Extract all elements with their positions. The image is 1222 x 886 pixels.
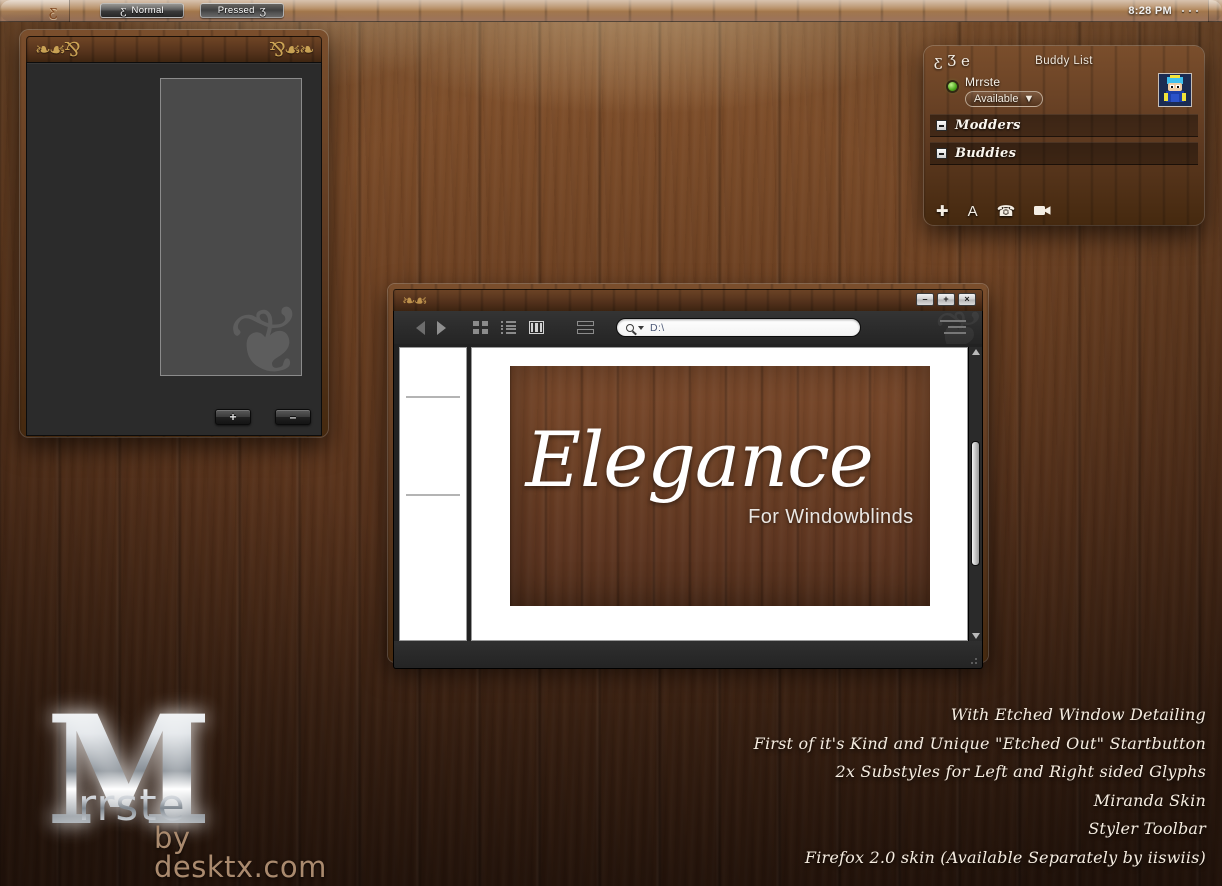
- scroll-down-arrow-icon[interactable]: [971, 633, 980, 639]
- feature-item: With Etched Window Detailing: [950, 705, 1206, 724]
- preview-dialog-body: ❦ + –: [26, 62, 322, 436]
- chevron-down-icon[interactable]: [638, 325, 644, 330]
- explorer-toolbar: ❦ D:\: [393, 311, 983, 344]
- icon-view-icon[interactable]: [473, 321, 488, 334]
- collapse-toggle-icon[interactable]: [936, 148, 947, 159]
- font-options-icon[interactable]: A: [968, 204, 978, 219]
- taskbar-button-normal[interactable]: ʒ Normal: [100, 3, 184, 18]
- explorer-status-bar: [393, 641, 983, 669]
- resize-grip[interactable]: [970, 657, 977, 664]
- video-call-icon[interactable]: [1034, 204, 1051, 219]
- preview-dialog-titlebar[interactable]: ❧☙⅋ ⅋☙❧: [26, 36, 322, 62]
- taskbar-button-pressed[interactable]: Pressed ʒ: [200, 3, 284, 18]
- search-value: D:\: [650, 321, 665, 334]
- group-name: Modders: [955, 118, 1021, 133]
- scrollbar-track[interactable]: [969, 355, 982, 633]
- back-arrow-icon[interactable]: [416, 320, 425, 335]
- buddy-list-window[interactable]: ʒ Ʒ ɘ Buddy List Mrrste Available ▼ Modd…: [924, 46, 1204, 225]
- start-button[interactable]: ʒ: [0, 0, 70, 22]
- taskbar-button-pressed-label: Pressed: [217, 5, 255, 16]
- sidebar-separator: [406, 494, 460, 496]
- explorer-content: Elegance For Windowblinds: [393, 344, 983, 641]
- cartman-avatar-icon: [1159, 74, 1191, 106]
- preview-dialog-buttons: + –: [215, 409, 311, 425]
- explorer-titlebar[interactable]: ❧☙ – + ×: [393, 289, 983, 311]
- avatar[interactable]: [1158, 73, 1192, 107]
- logo-credit: by desktx.com: [154, 821, 327, 884]
- file-explorer-window[interactable]: ❧☙ – + × ❦ D:\: [388, 284, 988, 669]
- clock[interactable]: 8:28 PM: [1128, 5, 1172, 17]
- elegance-subtitle: For Windowblinds: [748, 506, 914, 528]
- feature-item: Miranda Skin: [1093, 790, 1206, 810]
- minimize-button[interactable]: –: [916, 293, 934, 306]
- group-row-modders[interactable]: Modders: [930, 114, 1198, 137]
- status-label: Available: [974, 93, 1019, 105]
- minus-button[interactable]: –: [275, 409, 311, 425]
- presence-online-icon: [948, 82, 957, 91]
- account-name: Mrrste: [965, 75, 1001, 89]
- taskbar: ʒ ʒ Normal Pressed ʒ 8:28 PM: [0, 0, 1222, 22]
- vertical-scrollbar[interactable]: [968, 347, 982, 641]
- preview-inner-panel: ❦: [160, 78, 302, 376]
- preview-dialog-window[interactable]: ❧☙⅋ ⅋☙❧ ❦ + –: [20, 30, 328, 437]
- swirl-glyph-icon: ʒ: [120, 4, 127, 17]
- system-tray: 8:28 PM: [1128, 0, 1208, 22]
- etched-flourish-icon: ❦: [221, 283, 302, 376]
- feature-item: 2x Substyles for Left and Right sided Gl…: [835, 762, 1206, 781]
- column-view-icon[interactable]: [529, 321, 544, 334]
- add-contact-icon[interactable]: ✚: [936, 204, 949, 219]
- view-mode-group: [473, 321, 594, 334]
- taskbar-end-cap: [1208, 0, 1222, 22]
- ornament-left-icon: ❧☙: [402, 291, 428, 310]
- ornament-right-icon: ⅋☙❧: [269, 39, 313, 61]
- group-name: Buddies: [955, 146, 1017, 161]
- search-input[interactable]: D:\: [616, 318, 861, 337]
- status-selector[interactable]: Available ▼: [965, 91, 1044, 107]
- buddy-list-footer: ✚ A ☎: [936, 204, 1051, 219]
- voice-call-icon[interactable]: ☎: [997, 204, 1016, 219]
- feature-item: Styler Toolbar: [1088, 819, 1206, 838]
- search-icon: [626, 323, 634, 332]
- elegance-title: Elegance: [525, 415, 874, 504]
- video-camera-icon: [1034, 206, 1051, 215]
- plus-button[interactable]: +: [215, 409, 251, 425]
- group-row-buddies[interactable]: Buddies: [930, 142, 1198, 165]
- taskbar-button-normal-label: Normal: [131, 5, 164, 16]
- buddy-list-header: ʒ Ʒ ɘ Buddy List: [930, 51, 1198, 71]
- list-view-icon[interactable]: [501, 321, 516, 334]
- brand-logo: M rrste by desktx.com: [18, 696, 358, 882]
- feature-item: Firefox 2.0 skin (Available Separately b…: [804, 847, 1206, 867]
- collapse-toggle-icon[interactable]: [936, 120, 947, 131]
- feature-list: With Etched Window Detailing First of it…: [754, 701, 1206, 872]
- sidebar-separator: [406, 396, 460, 398]
- close-button[interactable]: ×: [958, 293, 976, 306]
- maximize-button[interactable]: +: [937, 293, 955, 306]
- tray-overflow-dots[interactable]: [1182, 9, 1198, 12]
- coverflow-view-icon[interactable]: [577, 321, 594, 334]
- explorer-preview-pane[interactable]: Elegance For Windowblinds: [471, 347, 968, 641]
- swirl-startbutton-icon: ʒ: [48, 1, 57, 20]
- forward-arrow-icon[interactable]: [437, 320, 446, 335]
- chevron-down-icon: ▼: [1023, 93, 1035, 105]
- account-row[interactable]: Mrrste Available ▼: [930, 71, 1198, 109]
- buddy-list-title: Buddy List: [1035, 55, 1093, 67]
- elegance-banner: Elegance For Windowblinds: [509, 366, 930, 606]
- ornament-left-icon: ❧☙⅋: [35, 39, 81, 61]
- taskbar-button-group: ʒ Normal Pressed ʒ: [100, 3, 284, 18]
- hamburger-menu-icon[interactable]: [940, 320, 966, 338]
- swirl-glyph-icon: ʒ: [259, 4, 267, 17]
- explorer-sidebar[interactable]: [399, 347, 467, 641]
- scrollbar-thumb[interactable]: [971, 441, 980, 566]
- navigation-arrows: [416, 320, 446, 335]
- window-caption-buttons: – + ×: [916, 293, 976, 306]
- feature-item: First of it's Kind and Unique "Etched Ou…: [753, 733, 1206, 753]
